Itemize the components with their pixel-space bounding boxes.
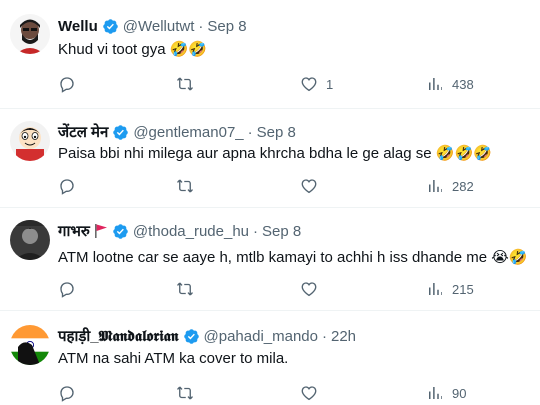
separator-dot: · bbox=[321, 327, 327, 345]
like-button[interactable] bbox=[300, 384, 326, 402]
verified-badge-icon bbox=[112, 124, 129, 141]
cartoon-boy-avatar-icon bbox=[10, 121, 50, 161]
timestamp[interactable]: Sep 8 bbox=[257, 124, 296, 141]
views-icon bbox=[429, 180, 442, 192]
tweet-actions: 90 bbox=[58, 384, 528, 405]
tweet-text-body: ATM na sahi ATM ka cover to mila. bbox=[58, 350, 289, 367]
tweet-text: Paisa bbi nhi milega aur apna khrcha bdh… bbox=[58, 144, 492, 162]
user-handle[interactable]: @thoda_rude_hu bbox=[133, 223, 249, 240]
avatar[interactable] bbox=[10, 325, 50, 365]
avatar[interactable] bbox=[10, 220, 50, 260]
tweet-text-body: Paisa bbi nhi milega aur apna khrcha bdh… bbox=[58, 145, 432, 162]
tweet-text: Khud vi toot gya 🤣🤣 bbox=[58, 40, 207, 58]
views-button[interactable]: 215 bbox=[426, 280, 474, 298]
tweet-text: ATM lootne car se aaye h, mtlb kamayi to… bbox=[58, 248, 528, 266]
tweet-actions: 215 bbox=[58, 280, 528, 302]
red-flag-icon bbox=[94, 223, 108, 239]
retweet-icon bbox=[177, 179, 193, 193]
separator-dot: · bbox=[247, 123, 253, 141]
views-count: 215 bbox=[452, 281, 474, 297]
retweet-icon bbox=[177, 77, 193, 91]
display-name[interactable]: गाभरु bbox=[58, 221, 90, 241]
tweet-actions: 282 bbox=[58, 177, 528, 199]
avatar[interactable] bbox=[10, 14, 50, 54]
views-button[interactable]: 282 bbox=[426, 177, 474, 195]
tweet-emoji: 🤣🤣🤣 bbox=[435, 144, 492, 162]
views-count: 90 bbox=[452, 385, 467, 401]
separator-dot: · bbox=[198, 17, 204, 35]
india-flag-silhouette-avatar-icon bbox=[10, 325, 50, 365]
like-button[interactable]: 1 bbox=[300, 75, 333, 93]
tweet[interactable]: पहाड़ी_𝕸𝖆𝖓𝖉𝖆𝖑𝖔𝖗𝖎𝖆𝖓 @pahadi_mando · 22h A… bbox=[0, 311, 540, 405]
heart-icon bbox=[301, 77, 317, 92]
tweet-text: ATM na sahi ATM ka cover to mila. bbox=[58, 349, 288, 367]
views-icon bbox=[429, 387, 442, 399]
retweet-icon bbox=[177, 386, 193, 400]
separator-dot: · bbox=[253, 222, 259, 240]
views-icon bbox=[429, 283, 442, 295]
like-button[interactable] bbox=[300, 177, 326, 195]
heart-icon bbox=[301, 282, 317, 297]
verified-badge-icon bbox=[183, 328, 200, 345]
reply-icon bbox=[60, 386, 74, 402]
tweet[interactable]: जेंटल मेन @gentleman07_ · Sep 8 Paisa bb… bbox=[0, 109, 540, 207]
views-count: 438 bbox=[452, 76, 474, 92]
reply-icon bbox=[60, 179, 74, 195]
timestamp[interactable]: Sep 8 bbox=[207, 18, 246, 35]
retweet-icon bbox=[177, 282, 193, 296]
like-button[interactable] bbox=[300, 280, 326, 298]
verified-badge-icon bbox=[112, 223, 129, 240]
reply-button[interactable] bbox=[58, 177, 84, 195]
tweet[interactable]: गाभरु @thoda_rude_hu · Sep 8 ATM lootne … bbox=[0, 208, 540, 310]
reply-button[interactable] bbox=[58, 75, 84, 93]
man-with-beard-avatar-icon bbox=[10, 14, 50, 54]
retweet-button[interactable] bbox=[176, 384, 202, 402]
user-handle[interactable]: @Wellutwt bbox=[123, 18, 195, 35]
timestamp[interactable]: Sep 8 bbox=[262, 223, 301, 240]
reply-icon bbox=[60, 77, 74, 93]
display-name[interactable]: पहाड़ी_𝕸𝖆𝖓𝖉𝖆𝖑𝖔𝖗𝖎𝖆𝖓 bbox=[58, 326, 179, 346]
retweet-button[interactable] bbox=[176, 280, 202, 298]
reply-button[interactable] bbox=[58, 384, 84, 402]
like-count: 1 bbox=[326, 76, 334, 92]
tweet-emoji: 🤣🤣 bbox=[169, 40, 208, 58]
timestamp[interactable]: 22h bbox=[331, 328, 356, 345]
views-count: 282 bbox=[452, 178, 474, 194]
reply-icon bbox=[60, 282, 74, 298]
user-handle[interactable]: @pahadi_mando bbox=[204, 328, 318, 345]
user-handle[interactable]: @gentleman07_ bbox=[133, 124, 243, 141]
retweet-button[interactable] bbox=[176, 75, 202, 93]
views-button[interactable]: 90 bbox=[426, 384, 466, 402]
avatar[interactable] bbox=[10, 121, 50, 161]
heart-icon bbox=[301, 179, 317, 194]
tweet-text-body: Khud vi toot gya bbox=[58, 41, 166, 58]
display-name[interactable]: Wellu bbox=[58, 18, 98, 35]
retweet-button[interactable] bbox=[176, 177, 202, 195]
views-button[interactable]: 438 bbox=[426, 75, 474, 93]
tweet-text-body: ATM lootne car se aaye h, mtlb kamayi to… bbox=[58, 249, 488, 266]
reply-button[interactable] bbox=[58, 280, 84, 298]
heart-icon bbox=[301, 386, 317, 401]
tweet[interactable]: Wellu @Wellutwt · Sep 8 Khud vi toot gya… bbox=[0, 0, 540, 108]
dark-portrait-avatar-icon bbox=[10, 220, 50, 260]
verified-badge-icon bbox=[102, 18, 119, 35]
views-icon bbox=[429, 78, 442, 90]
display-name[interactable]: जेंटल मेन bbox=[58, 122, 108, 142]
tweet-actions: 1 438 bbox=[58, 75, 528, 97]
tweet-emoji: 😭🤣 bbox=[491, 248, 528, 266]
